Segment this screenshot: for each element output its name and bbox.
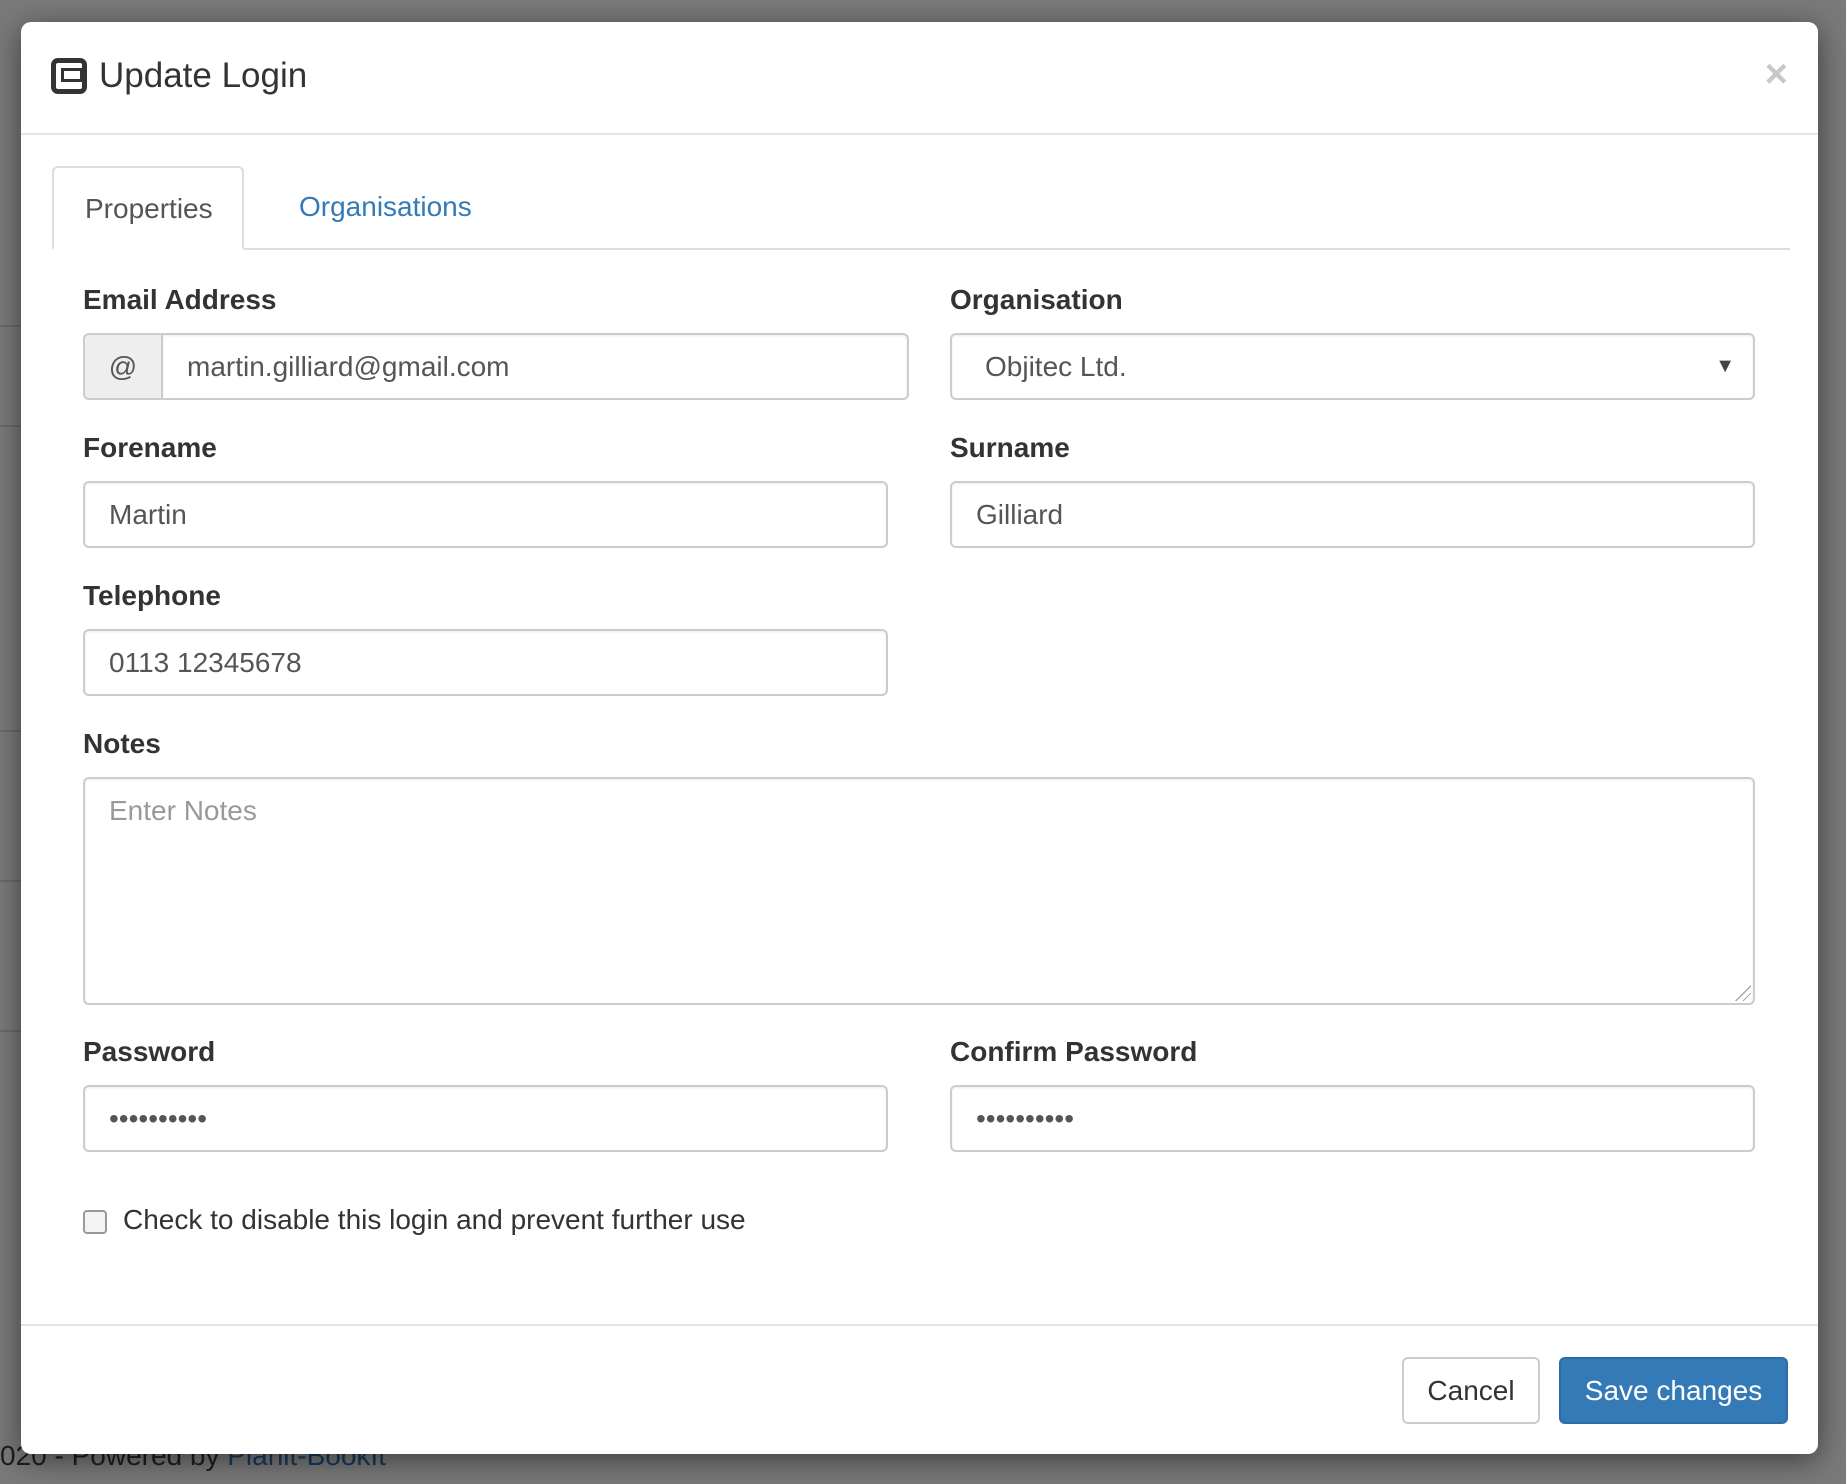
cancel-button[interactable]: Cancel [1402, 1357, 1540, 1424]
save-changes-button[interactable]: Save changes [1559, 1357, 1788, 1424]
tab-organisations[interactable]: Organisations [268, 166, 503, 250]
notes-textarea[interactable]: Enter Notes [83, 777, 1755, 1005]
forename-input[interactable]: Martin [83, 481, 888, 548]
disable-login-label[interactable]: Check to disable this login and prevent … [123, 1204, 746, 1236]
modal-title-text: Update Login [99, 56, 308, 95]
chevron-down-icon: ▼ [1715, 355, 1735, 377]
notes-label: Notes [83, 728, 161, 759]
organisation-value: Objitec Ltd. [985, 351, 1127, 382]
password-label: Password [83, 1036, 216, 1067]
organisation-select[interactable]: Objitec Ltd. ▼ [950, 333, 1755, 400]
tab-properties[interactable]: Properties [52, 166, 244, 250]
resize-handle-icon[interactable] [1735, 985, 1751, 1001]
update-login-modal: Update Login × Properties Organisations … [21, 22, 1818, 1454]
disable-login-checkbox[interactable] [83, 1210, 107, 1234]
window-icon [51, 58, 87, 94]
modal-title: Update Login [51, 56, 307, 96]
email-label: Email Address [83, 284, 277, 315]
forename-label: Forename [83, 432, 217, 463]
email-input[interactable]: martin.gilliard@gmail.com [161, 333, 909, 400]
confirm-password-input[interactable]: •••••••••• [950, 1085, 1755, 1152]
telephone-label: Telephone [83, 580, 221, 611]
notes-placeholder: Enter Notes [109, 795, 257, 826]
telephone-input[interactable]: 0113 12345678 [83, 629, 888, 696]
confirm-password-label: Confirm Password [950, 1036, 1198, 1067]
close-button[interactable]: × [1765, 52, 1788, 97]
organisation-label: Organisation [950, 284, 1123, 315]
surname-label: Surname [950, 432, 1070, 463]
password-input[interactable]: •••••••••• [83, 1085, 888, 1152]
tab-bar: Properties Organisations [52, 166, 1790, 250]
modal-footer-divider [21, 1324, 1818, 1326]
at-icon: @ [83, 333, 163, 400]
surname-input[interactable]: Gilliard [950, 481, 1755, 548]
modal-header: Update Login × [21, 22, 1818, 135]
